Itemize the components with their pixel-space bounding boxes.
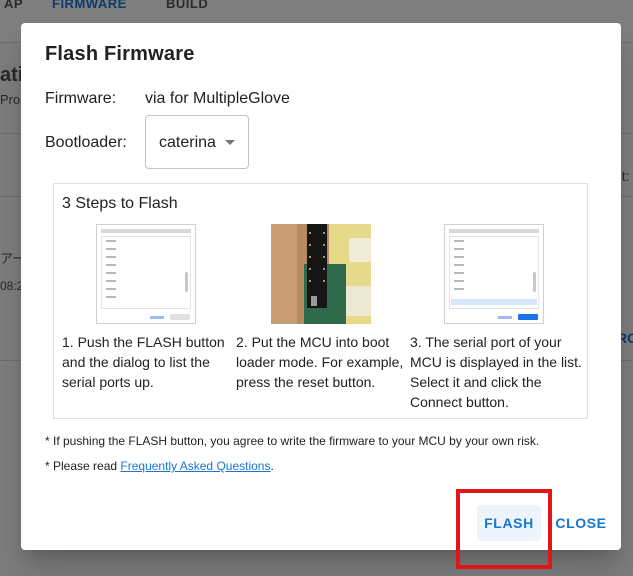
firmware-value: via for MultipleGlove bbox=[145, 90, 290, 107]
bootloader-select[interactable]: caterina bbox=[145, 115, 249, 169]
faq-note-prefix: * Please read bbox=[45, 459, 121, 473]
risk-note: * If pushing the FLASH button, you agree… bbox=[45, 434, 540, 448]
bootloader-selected-value: caterina bbox=[159, 134, 216, 151]
close-button[interactable]: CLOSE bbox=[549, 505, 613, 541]
dialog-title: Flash Firmware bbox=[45, 43, 195, 65]
flash-firmware-dialog: Flash Firmware Firmware: via for Multipl… bbox=[21, 23, 621, 550]
steps-title: 3 Steps to Flash bbox=[62, 195, 178, 212]
bootloader-label: Bootloader: bbox=[45, 134, 127, 151]
faq-note-suffix: . bbox=[270, 459, 274, 473]
step-3-text: 3. The serial port of your MCU is displa… bbox=[410, 334, 582, 410]
faq-link[interactable]: Frequently Asked Questions bbox=[120, 459, 270, 473]
step-2-text: 2. Put the MCU into boot loader mode. Fo… bbox=[236, 334, 404, 390]
flash-button-highlight bbox=[456, 489, 552, 569]
port-list-screenshot-image bbox=[96, 224, 196, 324]
port-selected-screenshot-image bbox=[444, 224, 544, 324]
dropdown-arrow-icon bbox=[225, 140, 235, 145]
step-1-text: 1. Push the FLASH button and the dialog … bbox=[62, 334, 225, 390]
mcu-photo-image bbox=[271, 224, 371, 324]
firmware-label: Firmware: bbox=[45, 90, 117, 107]
faq-note: * Please read Frequently Asked Questions… bbox=[45, 459, 274, 473]
steps-panel: 3 Steps to Flash 1. Push the FLASH butto… bbox=[53, 183, 588, 419]
